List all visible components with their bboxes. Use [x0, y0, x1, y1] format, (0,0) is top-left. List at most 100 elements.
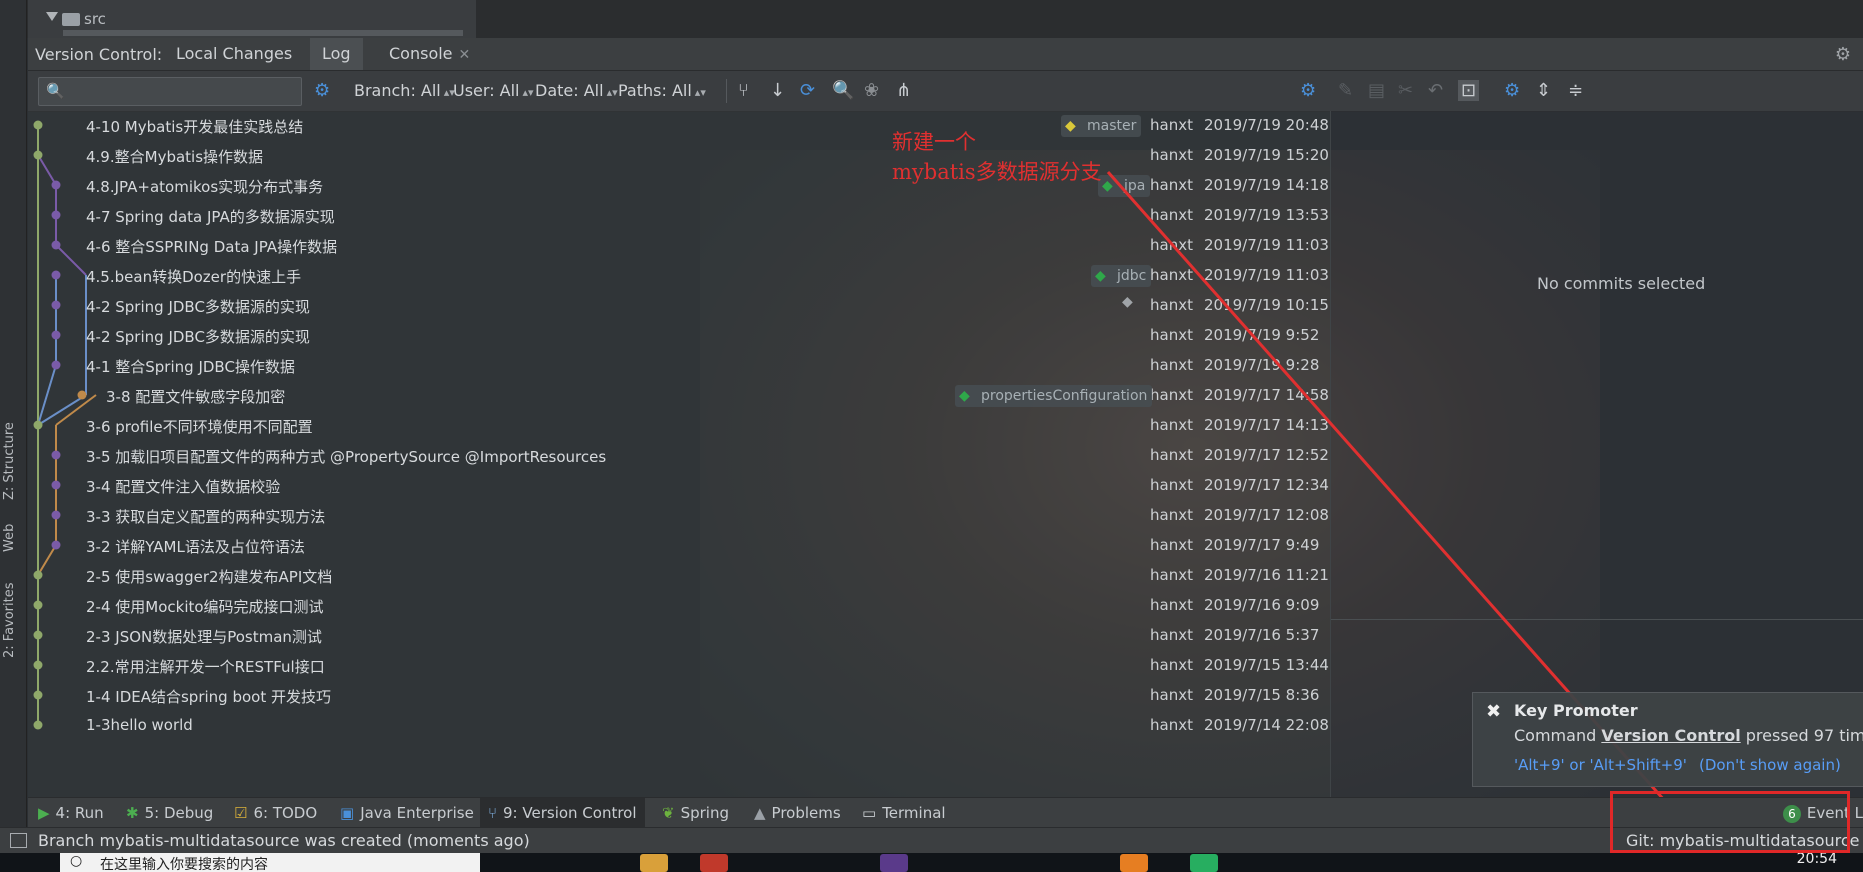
paths-filter[interactable]: Paths: All ▴▾: [618, 81, 706, 100]
branch-graph-icon[interactable]: ⑂: [738, 80, 749, 101]
app-icon[interactable]: [700, 854, 728, 872]
expand-arrow-icon[interactable]: [46, 12, 58, 21]
tab-terminal[interactable]: ▭ Terminal: [862, 804, 946, 822]
commit-author: hanxt: [1150, 176, 1193, 194]
table-row[interactable]: 4-6 整合SSPRINg Data JPA操作数据 hanxt 2019/7/19…: [28, 231, 1330, 261]
close-icon[interactable]: ✕: [459, 47, 471, 63]
table-row[interactable]: 4-10 Mybatis开发最佳实践总结 hanxt 2019/7/19 20:48…: [28, 111, 1330, 141]
table-row[interactable]: 3-2 详解YAML语法及占位符语法 hanxt 2019/7/17 9:49: [28, 531, 1330, 561]
browser-icon[interactable]: [1120, 854, 1148, 872]
toggle-tool-windows-icon[interactable]: [10, 833, 27, 848]
tab-version-control[interactable]: ⑂ 9: Version Control: [480, 798, 645, 828]
table-row[interactable]: 4.9.整合Mybatis操作数据 hanxt 2019/7/19 15:20: [28, 141, 1330, 171]
table-row[interactable]: 4-2 Spring JDBC多数据源的实现 hanxt 2019/7/19 10:…: [28, 291, 1330, 321]
tab-problems-label: Problems: [771, 804, 841, 822]
collapse-all-icon[interactable]: ≑: [1568, 80, 1583, 101]
date-filter-label: Date: All: [535, 81, 604, 100]
commit-subject: 3-8 配置文件敏感字段加密: [106, 388, 286, 406]
tab-run[interactable]: ▶ 4: Run: [38, 804, 104, 822]
tag-icon: ◆: [1102, 178, 1113, 194]
date-filter[interactable]: Date: All ▴▾: [535, 81, 618, 100]
table-row[interactable]: 3-6 profile不同环境使用不同配置 hanxt 2019/7/17 14:1…: [28, 411, 1330, 441]
dont-show-again-link[interactable]: (Don't show again): [1699, 756, 1841, 774]
edit-icon[interactable]: ✎: [1338, 80, 1353, 101]
branch-filter[interactable]: Branch: All ▴▾: [354, 81, 455, 100]
user-filter[interactable]: User: All ▴▾: [453, 81, 534, 100]
tab-todo-label: 6: TODO: [253, 804, 318, 822]
commit-author: hanxt: [1150, 536, 1193, 554]
tree-item-src[interactable]: src: [84, 10, 106, 28]
table-row[interactable]: 1-3hello world hanxt 2019/7/14 22:08: [28, 711, 1330, 741]
commit-date: 2019/7/14 22:08: [1204, 716, 1329, 734]
commit-author: hanxt: [1150, 596, 1193, 614]
table-row[interactable]: 3-3 获取自定义配置的两种实现方法 hanxt 2019/7/17 12:08: [28, 501, 1330, 531]
branch-tag-label: propertiesConfiguration: [981, 388, 1148, 404]
table-row[interactable]: 4-2 Spring JDBC多数据源的实现 hanxt 2019/7/19 9:5…: [28, 321, 1330, 351]
diff-icon[interactable]: ▤: [1368, 80, 1385, 101]
commit-date: 2019/7/19 9:52: [1204, 326, 1320, 344]
preview-icon[interactable]: ⊡: [1458, 80, 1480, 101]
table-row[interactable]: 4-7 Spring data JPA的多数据源实现 hanxt 2019/7/19…: [28, 201, 1330, 231]
tab-console[interactable]: Console ✕: [377, 38, 482, 70]
tab-local-changes[interactable]: Local Changes: [164, 38, 304, 70]
details-gear-icon[interactable]: ⚙: [1300, 80, 1316, 101]
tab-log[interactable]: Log: [310, 38, 363, 70]
settings-gear-icon[interactable]: ⚙: [314, 80, 330, 101]
tools-icon[interactable]: ✂: [1398, 80, 1413, 101]
intellisort-icon[interactable]: ⋔: [896, 80, 911, 101]
table-row[interactable]: 3-5 加载旧项目配置文件的两种方式 @PropertySource @Impo…: [28, 441, 1330, 471]
table-row[interactable]: 3-4 配置文件注入值数据校验 hanxt 2019/7/17 12:34: [28, 471, 1330, 501]
favorites-tab[interactable]: 2: Favorites: [2, 578, 24, 658]
view-gear-icon[interactable]: ⚙: [1504, 80, 1520, 101]
table-row[interactable]: 4.5.bean转换Dozer的快速上手 hanxt 2019/7/19 11:03…: [28, 261, 1330, 291]
commit-date: 2019/7/19 14:18: [1204, 176, 1329, 194]
table-row[interactable]: 4.8.JPA+atomikos实现分布式事务 hanxt 2019/7/19 14…: [28, 171, 1330, 201]
tab-problems[interactable]: ▲ Problems: [754, 804, 841, 822]
search-box[interactable]: 🔍: [38, 77, 302, 106]
tab-todo[interactable]: ☑ 6: TODO: [234, 804, 317, 822]
commit-subject: 4-6 整合SSPRINg Data JPA操作数据: [86, 238, 338, 256]
table-row[interactable]: 2-3 JSON数据处理与Postman测试 hanxt 2019/7/16 5:3…: [28, 621, 1330, 651]
branch-tag: ◆ jpa: [1098, 175, 1151, 197]
commit-subject: 4.8.JPA+atomikos实现分布式事务: [86, 178, 324, 196]
table-row[interactable]: 2-4 使用Mockito编码完成接口测试 hanxt 2019/7/16 9:09: [28, 591, 1330, 621]
commit-author: hanxt: [1150, 206, 1193, 224]
status-message: Branch mybatis-multidatasource was creat…: [38, 831, 530, 850]
cherry-pick-icon[interactable]: ❀: [864, 80, 879, 101]
taskbar-search[interactable]: ○ 在这里输入你要搜索的内容: [60, 853, 480, 872]
commit-subject: 4-2 Spring JDBC多数据源的实现: [86, 328, 310, 346]
commit-author: hanxt: [1150, 116, 1193, 134]
table-row[interactable]: 2.2.常用注解开发一个RESTFul接口 hanxt 2019/7/15 13:4…: [28, 651, 1330, 681]
file-explorer-icon[interactable]: [640, 854, 668, 872]
tree-horizontal-scrollbar[interactable]: [63, 30, 463, 36]
refresh-icon[interactable]: ⟳: [800, 80, 815, 101]
tab-java-enterprise[interactable]: ▣ Java Enterprise: [340, 804, 474, 822]
key-promoter-icon: ✖: [1486, 701, 1502, 722]
red-annotation: 新建一个 mybatis多数据源分支: [892, 127, 1102, 187]
search-input[interactable]: [73, 81, 297, 103]
branch-tag: ◆ propertiesConfiguration: [955, 385, 1153, 407]
web-tab[interactable]: Web: [2, 512, 24, 552]
details-divider[interactable]: [1331, 619, 1863, 620]
tab-spring[interactable]: ❦ Spring: [662, 804, 729, 822]
spring-leaf-icon: ❦: [662, 804, 675, 822]
table-row[interactable]: 1-4 IDEA结合spring boot 开发技巧 hanxt 2019/7/15…: [28, 681, 1330, 711]
commit-subject: 3-4 配置文件注入值数据校验: [86, 478, 281, 496]
app-green-icon[interactable]: [1190, 854, 1218, 872]
intellij-icon[interactable]: [880, 854, 908, 872]
folder-icon: [62, 13, 80, 26]
find-icon[interactable]: 🔍: [832, 80, 854, 101]
table-row[interactable]: 3-8 配置文件敏感字段加密 hanxt 2019/7/17 14:58 ◆ prope…: [28, 381, 1330, 411]
gear-icon[interactable]: ⚙: [1835, 44, 1851, 65]
structure-tab[interactable]: Z: Structure: [2, 410, 24, 500]
tab-debug[interactable]: ✱ 5: Debug: [126, 804, 213, 822]
expand-all-icon[interactable]: ⇕: [1536, 80, 1551, 101]
key-promoter-title: Key Promoter: [1514, 701, 1638, 720]
arrow-down-icon[interactable]: ↓: [770, 80, 785, 101]
table-row[interactable]: 2-5 使用swagger2构建发布API文档 hanxt 2019/7/16 11…: [28, 561, 1330, 591]
commit-log-table: 4-10 Mybatis开发最佳实践总结 hanxt 2019/7/19 20:48…: [28, 111, 1330, 797]
table-row[interactable]: 4-1 整合Spring JDBC操作数据 hanxt 2019/7/19 9:28: [28, 351, 1330, 381]
revert-icon[interactable]: ↶: [1428, 80, 1443, 101]
bug-icon: ✱: [126, 804, 139, 822]
commit-author: hanxt: [1150, 686, 1193, 704]
